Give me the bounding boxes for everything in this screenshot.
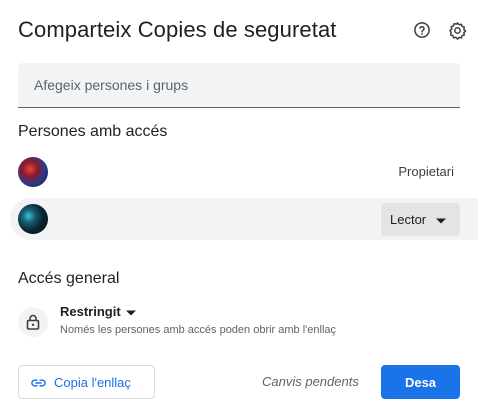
save-button[interactable]: Desa bbox=[381, 365, 460, 399]
copy-link-label: Copia l'enllaç bbox=[54, 374, 131, 390]
gear-icon[interactable] bbox=[447, 20, 467, 40]
role-select-dropdown[interactable]: Lector bbox=[381, 203, 460, 236]
pending-changes-text: Canvis pendents bbox=[262, 374, 359, 389]
lock-icon bbox=[18, 307, 48, 337]
help-circle-icon[interactable] bbox=[412, 20, 432, 40]
general-access-value: Restringit bbox=[60, 304, 121, 319]
dialog-title: Comparteix Copies de seguretat bbox=[18, 17, 337, 42]
add-people-input[interactable] bbox=[18, 63, 460, 108]
person-row-owner: Propietari bbox=[0, 151, 478, 193]
link-icon bbox=[31, 375, 46, 390]
chevron-down-icon bbox=[436, 212, 447, 227]
viewer-avatar bbox=[18, 204, 48, 234]
general-access-title: Accés general bbox=[18, 270, 120, 287]
owner-avatar bbox=[18, 157, 48, 187]
role-select-value: Lector bbox=[390, 212, 427, 227]
chevron-down-icon bbox=[125, 304, 136, 319]
general-access-description: Només les persones amb accés poden obrir… bbox=[60, 324, 337, 336]
people-access-title: Persones amb accés bbox=[18, 123, 168, 140]
person-row-viewer: Lector bbox=[0, 198, 478, 240]
general-access-select[interactable]: Restringit bbox=[60, 304, 136, 319]
owner-role-label: Propietari bbox=[398, 164, 454, 179]
copy-link-button[interactable]: Copia l'enllaç bbox=[18, 365, 155, 399]
